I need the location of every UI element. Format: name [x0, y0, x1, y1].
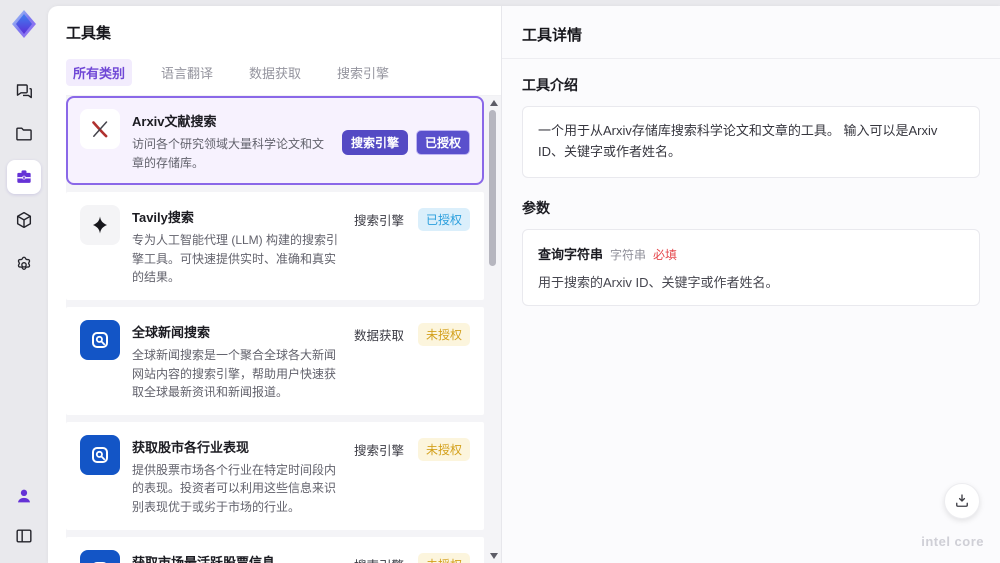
tool-name: Tavily搜索 [132, 210, 194, 226]
tool-category-label: 搜索引擎 [341, 129, 408, 155]
tool-status-badge: 未授权 [417, 552, 470, 563]
tool-name: Arxiv文献搜索 [132, 114, 217, 129]
scroll-down-icon[interactable] [490, 553, 498, 559]
tool-status-badge: 未授权 [417, 322, 470, 346]
tool-card[interactable]: 获取市场最活跃股票信息 提供当天交易量最高的股票列表。投资者可以利用这些信息来识… [66, 536, 484, 563]
download-button[interactable] [944, 483, 980, 519]
tool-list-pane: 工具集 所有类别 语言翻译 数据获取 搜索引擎 Arxiv文献搜索 访问各个研究领域大… [48, 6, 501, 563]
sidebar-item-chat[interactable] [7, 74, 41, 108]
detail-title: 工具详情 [522, 27, 583, 44]
folder-icon [14, 124, 34, 144]
detail-header: 工具详情 [502, 6, 1000, 59]
sidebar-item-files[interactable] [7, 117, 41, 151]
tab-0[interactable]: 所有类别 [66, 59, 133, 86]
main-content: 工具集 所有类别 语言翻译 数据获取 搜索引擎 Arxiv文献搜索 访问各个研究领域大… [48, 6, 1000, 563]
tool-detail-pane: 工具详情 工具介绍 一个用于从Arxiv存储库搜索科学论文和文章的工具。 输入可… [502, 6, 1000, 563]
user-icon [14, 486, 34, 506]
list-scrollbar[interactable] [487, 98, 499, 561]
param-name: 查询字符串 [538, 246, 604, 262]
tool-name: 全球新闻搜索 [132, 324, 211, 340]
tab-3[interactable]: 搜索引擎 [330, 59, 396, 86]
arxiv-icon [80, 109, 120, 149]
tool-name: 获取市场最活跃股票信息 [132, 554, 276, 563]
sidebar-item-panels[interactable] [7, 519, 41, 553]
panel-toggle-icon [14, 526, 34, 546]
sidebar-bottom [7, 479, 41, 553]
blue-search-icon [80, 434, 120, 475]
param-type: 字符串 [610, 247, 647, 262]
tool-category-label: 搜索引擎 [353, 443, 404, 458]
intro-box: 一个用于从Arxiv存储库搜索科学论文和文章的工具。 输入可以是Arxiv ID… [522, 106, 980, 178]
sparkle-icon [80, 205, 120, 246]
download-icon [956, 494, 968, 507]
tool-description: 提供股票市场各个行业在特定时间段内的表现。投资者可以利用这些信息来识别表现优于或… [132, 462, 337, 514]
tool-category-label: 搜索引擎 [354, 555, 404, 563]
package-icon [14, 210, 34, 230]
tool-category-label: 数据获取 [353, 328, 404, 343]
param-description: 用于搜索的Arxiv ID、关键字或作者姓名。 [538, 274, 779, 290]
tool-name: 获取股市各行业表现 [132, 439, 250, 455]
tool-list-scroll-area: Arxiv文献搜索 访问各个研究领域大量科学论文和文章的存储库。 搜索引擎 已授… [66, 96, 501, 563]
params-heading: 参数 [522, 199, 550, 216]
toolbox-icon [14, 167, 34, 187]
param-required-badge: 必填 [653, 247, 678, 262]
category-tabs: 所有类别 语言翻译 数据获取 搜索引擎 [66, 59, 501, 96]
scroll-up-icon[interactable] [490, 100, 498, 106]
left-nav-rail [0, 0, 48, 563]
tool-status-badge: 已授权 [415, 129, 470, 155]
intel-core-logo: intel core [921, 534, 984, 549]
param-box: 查询字符串 字符串 必填 用于搜索的Arxiv ID、关键字或作者姓名。 [522, 228, 980, 306]
sidebar-item-settings[interactable] [7, 246, 41, 280]
tool-card[interactable]: Tavily搜索 专为人工智能代理 (LLM) 构建的搜索引擎工具。可快速提供实… [66, 192, 484, 300]
intro-text: 一个用于从Arxiv存储库搜索科学论文和文章的工具。 输入可以是Arxiv ID… [538, 123, 938, 159]
sidebar-item-tools[interactable] [7, 160, 41, 194]
page-title: 工具集 [66, 25, 112, 42]
tool-description: 访问各个研究领域大量科学论文和文章的存储库。 [132, 137, 325, 170]
app-window: 工具集 所有类别 语言翻译 数据获取 搜索引擎 Arxiv文献搜索 访问各个研究领域大… [0, 0, 1000, 563]
tool-description: 专为人工智能代理 (LLM) 构建的搜索引擎工具。可快速提供实时、准确和真实的结… [132, 233, 339, 285]
intro-heading: 工具介绍 [522, 77, 578, 93]
sidebar-item-user[interactable] [7, 479, 41, 513]
tool-card[interactable]: Arxiv文献搜索 访问各个研究领域大量科学论文和文章的存储库。 搜索引擎 已授… [66, 96, 484, 186]
tab-2[interactable]: 数据获取 [242, 59, 308, 86]
app-logo-icon [8, 8, 40, 40]
detail-body: 工具介绍 一个用于从Arxiv存储库搜索科学论文和文章的工具。 输入可以是Arx… [502, 59, 1000, 322]
scrollbar-thumb[interactable] [489, 110, 496, 266]
sidebar-nav [7, 74, 41, 280]
sidebar-item-models[interactable] [7, 203, 41, 237]
blue-search-icon [80, 319, 120, 360]
blue-search-icon [80, 549, 120, 563]
tool-description: 全球新闻搜索是一个聚合全球各大新闻网站内容的搜索引擎，帮助用户快速获取全球最新资… [132, 347, 337, 400]
tool-card-list: Arxiv文献搜索 访问各个研究领域大量科学论文和文章的存储库。 搜索引擎 已授… [66, 96, 484, 563]
tool-status-badge: 未授权 [417, 437, 470, 461]
params-section: 参数 查询字符串 字符串 必填 用于搜索的Arxiv ID、关键字或作者姓名。 [522, 198, 980, 306]
gear-icon [14, 253, 34, 273]
tool-category-label: 搜索引擎 [353, 214, 404, 229]
chat-icon [14, 81, 34, 101]
tool-card[interactable]: 全球新闻搜索 全球新闻搜索是一个聚合全球各大新闻网站内容的搜索引擎，帮助用户快速… [66, 306, 484, 415]
tool-status-badge: 已授权 [417, 208, 470, 232]
tab-1[interactable]: 语言翻译 [154, 59, 220, 86]
tool-card[interactable]: 获取股市各行业表现 提供股票市场各个行业在特定时间段内的表现。投资者可以利用这些… [66, 421, 484, 530]
param-line: 查询字符串 字符串 必填 [538, 244, 964, 263]
